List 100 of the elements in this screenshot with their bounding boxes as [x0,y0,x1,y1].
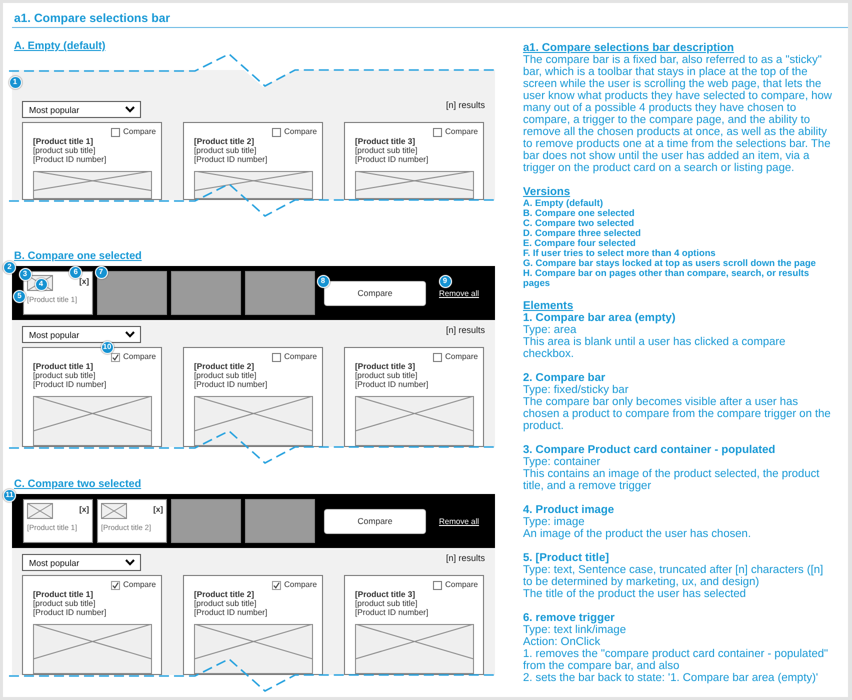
remove-link[interactable]: [x] [79,277,89,286]
product-id: [Product ID number] [355,380,428,389]
checkbox-label: Compare [445,127,478,137]
product-subtitle: [product sub title] [194,146,256,155]
element-title: 3. Compare Product card container - populated [523,444,776,456]
results-count: [n] results [446,553,485,564]
product-title: [Product title 2] [194,590,254,599]
checkbox-label: Compare [284,352,317,362]
elements-heading: Elements [523,300,574,312]
element-text: Type: image [523,516,586,528]
versions-heading: Versions [523,186,570,198]
element-text: This contains an image of the product selected, the product title, and a remove trigger [523,468,820,492]
remove-link[interactable]: [x] [153,505,163,514]
element-text: Action: OnClick [523,636,602,648]
compare-button[interactable]: Compare [324,508,426,534]
remove-all-link[interactable]: Remove all [439,288,480,298]
product-subtitle: [product sub title] [33,599,96,608]
compare-button[interactable]: Compare [324,280,426,306]
compare-checkbox[interactable] [433,580,442,590]
element-text: 2. sets the bar back to state: '1. Compare bar area (empty)' [523,672,820,684]
product-id: [Product ID number] [355,608,428,617]
checkbox-label: Compare [123,127,156,137]
version-item: D. Compare three selected [523,228,642,238]
element-text: An image of the product the user has chosen. [523,528,752,540]
remove-all-link[interactable]: Remove all [439,516,480,526]
element-text: The title of the product the user has selected [523,588,747,600]
compare-checkbox[interactable] [111,128,120,136]
product-title: [Product title 1] [33,590,94,599]
sort-dropdown[interactable]: Most popular [22,554,141,571]
page-title: a1. Compare selections bar [14,10,170,26]
chevron-down-icon [125,559,135,566]
product-subtitle: [product sub title] [194,599,256,608]
tick-icon [112,354,120,360]
version-item: A. Empty (default) [523,198,604,208]
tick-icon [273,582,280,588]
element-title: 1. Compare bar area (empty) [523,312,677,324]
version-item: B. Compare one selected [523,208,636,218]
product-subtitle: [product sub title] [355,371,418,380]
compare-checkbox[interactable] [272,128,282,136]
product-title: [Product title 3] [355,137,416,146]
checkbox-label: Compare [284,127,317,137]
empty-slot [245,499,315,543]
version-item: F. If user tries to select more than 4 options [523,248,717,258]
product-id: [Product ID number] [33,155,106,164]
product-title: [Product title 1] [33,362,94,371]
element-text: Type: container [523,456,602,468]
element-title: 6. remove trigger [523,612,616,624]
section-heading: C. Compare two selected [14,477,142,491]
product-subtitle: [product sub title] [355,599,418,608]
element-text: 1. removes the "compare product card container - populated" from the compare bar, and also [523,648,830,672]
compare-checkbox[interactable] [272,580,282,590]
version-item: G. Compare bar stays locked at top as users scroll down the page [523,258,817,268]
description-text: The compare bar is a fixed bar, also referred to as a "sticky" bar, which is a toolbar that stays in place at the top of the screen while the user is scrolling the web page, that lets the user know what products they have selected to compare, how many out of a possible 4 products they have chosen to compare, a trigger to the compare page, and the ability to remove all the chosen products at once, as well as the ability to remove products one at a time from the selections bar. The bar does not show until the user has added an item, via a trigger on the product card on a search or listing page. [523,54,833,174]
product-id: [Product ID number] [33,608,106,617]
compare-checkbox[interactable] [272,352,282,362]
sort-dropdown[interactable]: Most popular [22,101,141,118]
product-id: [Product ID number] [355,155,428,164]
version-item: H. Compare bar on pages other than compare, search, or results pages [523,268,810,288]
product-subtitle: [product sub title] [194,371,256,380]
element-title: 4. Product image [523,504,616,516]
element-text: Type: text link/image [523,624,627,636]
chevron-down-icon [125,106,135,113]
compare-checkbox[interactable] [111,580,120,590]
product-thumbnail [101,503,127,519]
product-subtitle: [product sub title] [33,371,96,380]
product-title: [Product title 2] [194,137,254,146]
section-heading: B. Compare one selected [14,249,142,263]
chevron-down-icon [125,331,135,338]
product-thumbnail [27,503,53,519]
product-title: [Product title 2] [194,362,254,371]
compare-checkbox[interactable] [433,128,442,136]
product-title: [Product title 3] [355,362,416,371]
element-text: Type: fixed/sticky bar [523,384,630,396]
compare-checkbox[interactable] [433,352,442,362]
section-heading: A. Empty (default) [14,39,106,53]
empty-slot [171,499,241,543]
checkbox-label: Compare [445,580,478,590]
sort-dropdown[interactable]: Most popular [22,326,141,343]
description-heading: a1. Compare selections bar description [523,42,734,54]
element-title: 2. Compare bar [523,372,606,384]
element-text: The compare bar only becomes visible after a user has chosen a product to compare from the compare trigger on the product. [523,396,832,432]
element-text: This area is blank until a user has clicked a compare checkbox. [523,336,786,360]
remove-link[interactable]: [x] [79,505,89,514]
checkbox-label: Compare [284,580,317,590]
product-id: [Product ID number] [194,608,268,617]
version-item: E. Compare four selected [523,238,637,248]
element-title: 5. [Product title] [523,552,610,564]
checkbox-label: Compare [445,352,478,362]
element-text: Type: area [523,324,578,336]
compare-checkbox[interactable] [111,352,120,362]
product-id: [Product ID number] [194,155,268,164]
product-subtitle: [product sub title] [355,146,418,155]
product-title: [Product title 3] [355,590,416,599]
empty-slot [245,271,315,315]
checkbox-label: Compare [123,352,156,362]
tick-icon [112,582,120,588]
product-id: [Product ID number] [33,380,106,389]
product-title: [Product title 1] [33,137,94,146]
empty-slot [171,271,241,315]
element-text: Type: text, Sentence case, truncated after [n] characters ([n] to be determined by marketing, ux, and design) [523,564,824,588]
